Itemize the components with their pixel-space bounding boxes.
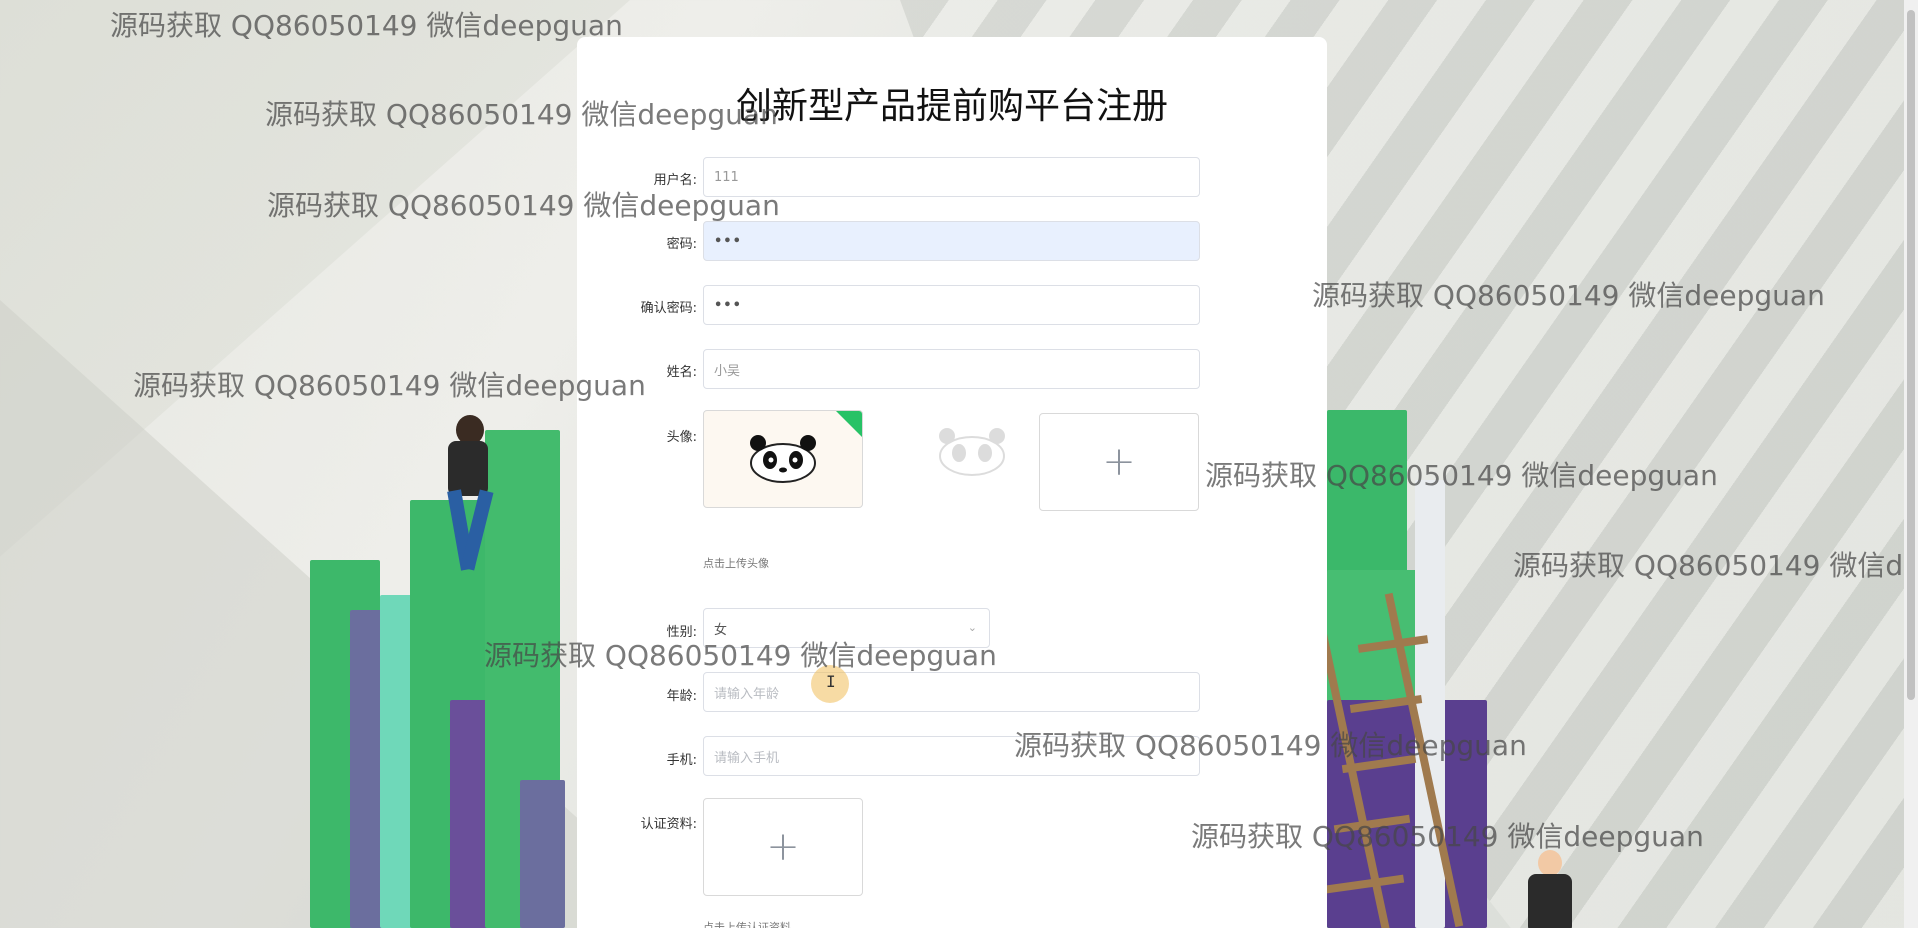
name-field[interactable]: 小吴 bbox=[703, 349, 1200, 389]
panda-avatar-icon bbox=[939, 428, 1005, 476]
plus-icon: + bbox=[1102, 439, 1136, 485]
plus-icon: + bbox=[766, 824, 800, 870]
upload-success-badge bbox=[835, 411, 862, 438]
register-form-card: 创新型产品提前购平台注册 用户名: 111 密码: ••• 确认密码: ••• … bbox=[577, 37, 1327, 928]
panda-avatar-icon bbox=[750, 435, 816, 483]
avatar-upload-hint: 点击上传头像 bbox=[703, 557, 769, 570]
scrollbar-thumb[interactable] bbox=[1907, 10, 1915, 700]
certificate-upload-button[interactable]: + bbox=[703, 798, 863, 896]
page-scrollbar[interactable] bbox=[1904, 0, 1918, 928]
username-label: 用户名: bbox=[653, 173, 697, 188]
ladder-illustration bbox=[1316, 580, 1490, 928]
gender-select[interactable]: 女 ⌄ bbox=[703, 608, 990, 648]
confirm-password-field[interactable]: ••• bbox=[703, 285, 1200, 325]
password-label: 密码: bbox=[666, 237, 697, 252]
confirm-password-label: 确认密码: bbox=[640, 301, 697, 316]
phone-label: 手机: bbox=[666, 753, 697, 768]
password-field[interactable]: ••• bbox=[703, 221, 1200, 261]
avatar-preview[interactable] bbox=[703, 410, 863, 508]
age-label: 年龄: bbox=[666, 689, 697, 704]
text-cursor-icon: I bbox=[826, 672, 836, 691]
certificate-upload-hint: 点击上传认证资料 bbox=[703, 921, 791, 928]
book-illustration bbox=[520, 780, 565, 928]
page-title: 创新型产品提前购平台注册 bbox=[735, 86, 1168, 127]
person-illustration bbox=[1520, 850, 1580, 928]
panda-drag-ghost bbox=[917, 412, 1027, 492]
name-label: 姓名: bbox=[666, 365, 697, 380]
username-field[interactable]: 111 bbox=[703, 157, 1200, 197]
age-field[interactable]: 请输入年龄 bbox=[703, 672, 1200, 712]
phone-field[interactable]: 请输入手机 bbox=[703, 736, 1200, 776]
avatar-label: 头像: bbox=[666, 430, 697, 445]
person-illustration bbox=[440, 415, 500, 585]
avatar-upload-button[interactable]: + bbox=[1039, 413, 1199, 511]
certificate-label: 认证资料: bbox=[640, 817, 697, 832]
gender-label: 性别: bbox=[666, 625, 697, 640]
gender-selected-value: 女 bbox=[714, 622, 728, 638]
chevron-down-icon: ⌄ bbox=[967, 621, 977, 634]
